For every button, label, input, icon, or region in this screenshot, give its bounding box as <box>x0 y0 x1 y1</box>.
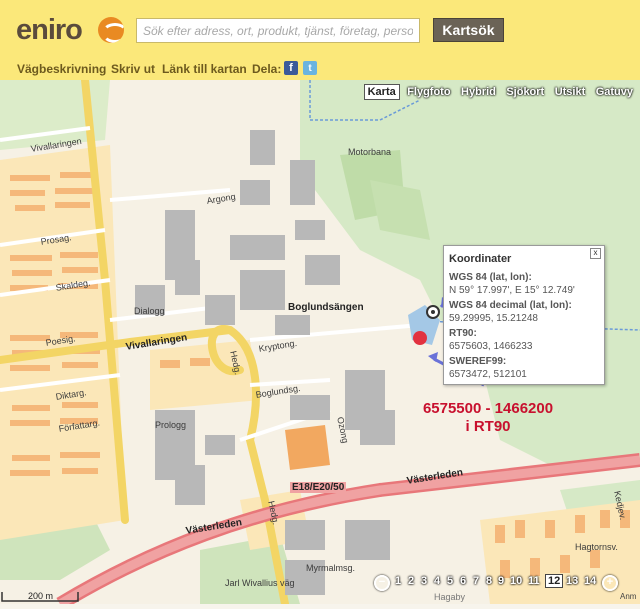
map-label: Myrmalmsg. <box>306 563 355 573</box>
zoom-level-7[interactable]: 7 <box>473 575 479 587</box>
zoom-level-8[interactable]: 8 <box>486 575 492 587</box>
remarks-link[interactable]: Anm <box>620 592 636 601</box>
map-type-utsikt[interactable]: Utsikt <box>552 85 589 99</box>
scale-label: 200 m <box>28 591 54 601</box>
coordinates-popup: Koordinater x WGS 84 (lat, lon): N 59° 1… <box>443 245 605 385</box>
twitter-share-icon[interactable]: t <box>303 61 317 75</box>
header: eniro Kartsök <box>0 0 640 58</box>
close-icon[interactable]: x <box>590 248 601 259</box>
zoom-level-11[interactable]: 11 <box>528 575 540 587</box>
rt90-annotation: 6575500 - 1466200 i RT90 <box>418 400 558 436</box>
print-link[interactable]: Skriv ut <box>111 62 155 76</box>
wgs84-value: N 59° 17.997', E 15° 12.749' <box>449 285 575 296</box>
link-to-map-link[interactable]: Länk till kartan <box>162 62 247 76</box>
zoom-level-6[interactable]: 6 <box>460 575 466 587</box>
map-type-hybrid[interactable]: Hybrid <box>458 85 499 99</box>
map-label: Motorbana <box>348 147 392 157</box>
wgs84-decimal-label: WGS 84 decimal (lat, lon): <box>449 300 572 311</box>
map-type-selector: Karta Flygfoto Hybrid Sjökort Utsikt Gat… <box>363 82 636 100</box>
eniro-logo[interactable]: eniro <box>16 14 83 47</box>
zoom-level-2[interactable]: 2 <box>408 575 414 587</box>
map-label: Dialogg <box>134 306 165 316</box>
zoom-level-9[interactable]: 9 <box>498 575 504 587</box>
zoom-level-14[interactable]: 14 <box>584 575 596 587</box>
facebook-share-icon[interactable]: f <box>284 61 298 75</box>
highway-badge: E18/E20/50 <box>290 482 347 493</box>
zoom-level-10[interactable]: 10 <box>510 575 522 587</box>
sweref99-label: SWEREF99: <box>449 356 507 367</box>
map-search-button[interactable]: Kartsök <box>433 18 504 42</box>
map-type-gatuvy[interactable]: Gatuvy <box>593 85 636 99</box>
annotation-line-1: 6575500 - 1466200 <box>422 400 554 417</box>
zoom-level-12[interactable]: 12 <box>545 574 564 588</box>
zoom-level-4[interactable]: 4 <box>434 575 440 587</box>
zoom-level-13[interactable]: 13 <box>566 575 578 587</box>
zoom-out-icon[interactable]: − <box>374 575 390 591</box>
rt90-label: RT90: <box>449 328 477 339</box>
map-type-karta[interactable]: Karta <box>363 84 400 100</box>
scale-bar: 200 m <box>0 590 80 604</box>
annotation-line-2: i RT90 <box>465 418 511 435</box>
map-label: Hagtornsv. <box>575 542 618 552</box>
wgs84-decimal-value: 59.29995, 15.21248 <box>449 313 538 324</box>
zoom-level-5[interactable]: 5 <box>447 575 453 587</box>
map-label: Jarl Wivallius väg <box>225 578 295 588</box>
zoom-in-icon[interactable]: + <box>602 575 618 591</box>
zoom-level-3[interactable]: 3 <box>421 575 427 587</box>
share-label: Dela: <box>252 62 282 76</box>
map-label: Boglundsängen <box>288 302 364 313</box>
map-type-sjokort[interactable]: Sjökort <box>503 85 547 99</box>
map-label: Prologg <box>155 420 187 430</box>
popup-title: Koordinater <box>449 253 512 265</box>
sweref99-value: 6573472, 512101 <box>449 369 527 380</box>
eniro-swirl-icon <box>98 17 124 43</box>
map-type-flygfoto[interactable]: Flygfoto <box>404 85 453 99</box>
map-canvas[interactable]: Karta Flygfoto Hybrid Sjökort Utsikt Gat… <box>0 80 640 604</box>
map-toolbar: Vägbeskrivning Skriv ut Länk till kartan… <box>0 58 640 81</box>
wgs84-label: WGS 84 (lat, lon): <box>449 272 532 283</box>
zoom-level-1[interactable]: 1 <box>395 575 401 587</box>
search-input[interactable] <box>136 18 420 43</box>
directions-link[interactable]: Vägbeskrivning <box>17 62 106 76</box>
rt90-value: 6575603, 1466233 <box>449 341 533 352</box>
map-label: Hagaby <box>434 592 466 602</box>
